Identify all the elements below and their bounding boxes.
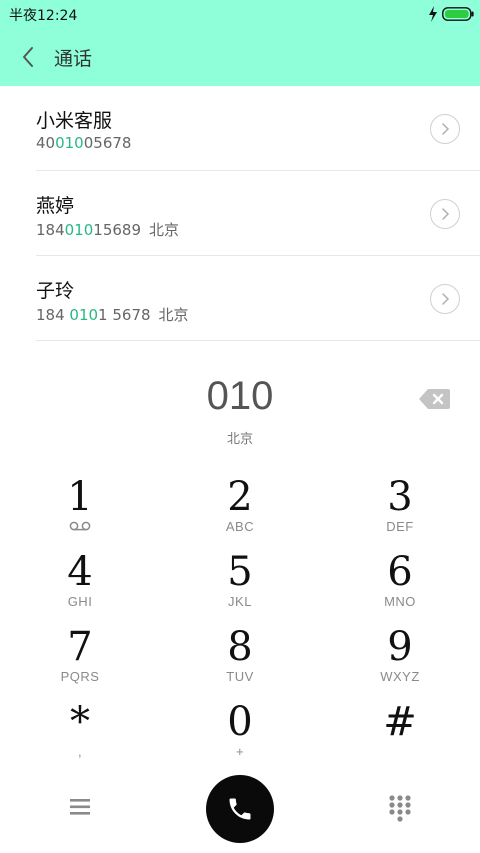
key-1[interactable]: 1 [0, 474, 160, 549]
contact-row[interactable]: 燕婷 18401015689 北京 [0, 171, 480, 256]
contact-location: 北京 [149, 221, 180, 239]
contact-location: 北京 [158, 306, 189, 324]
contact-detail-button[interactable] [430, 284, 460, 314]
dialed-location: 北京 [226, 432, 253, 447]
number-prefix: 40 [36, 134, 56, 152]
lightning-icon [429, 6, 437, 22]
key-0[interactable]: 0 + [160, 699, 320, 774]
dialpad-icon [389, 795, 411, 822]
key-9[interactable]: 9 WXYZ [320, 624, 480, 699]
call-button[interactable] [206, 775, 274, 843]
dialpad-button[interactable] [388, 794, 412, 822]
key-digit: * [70, 699, 90, 745]
chevron-right-icon [442, 293, 450, 305]
menu-button[interactable] [68, 796, 92, 818]
key-digit: # [383, 699, 417, 745]
bottom-bar [0, 770, 480, 853]
contact-detail-button[interactable] [430, 114, 460, 144]
backspace-button[interactable] [418, 387, 452, 411]
key-digit: 0 [227, 699, 253, 745]
number-match: 010 [55, 134, 84, 152]
key-digit: 4 [67, 549, 93, 595]
contact-number: 184 0101 5678 北京 [36, 304, 189, 325]
status-bar: 半夜12:24 [0, 0, 480, 28]
app-bar: 通话 [0, 28, 480, 86]
contact-detail-button[interactable] [430, 199, 460, 229]
key-letters: WXYZ [380, 669, 420, 684]
number-suffix: 05678 [83, 134, 132, 152]
divider [36, 340, 480, 341]
key-letters: DEF [386, 519, 414, 534]
key-digit: 1 [67, 474, 93, 520]
key-digit: 9 [387, 624, 413, 670]
chevron-left-icon [23, 47, 33, 67]
key-letters: TUV [226, 669, 254, 684]
menu-icon [70, 799, 90, 815]
key-hash[interactable]: # [320, 699, 480, 774]
contact-number: 18401015689 北京 [36, 219, 179, 240]
key-letters: JKL [228, 594, 252, 609]
dialed-number: 010 [206, 374, 274, 418]
key-digit: 2 [227, 474, 253, 520]
chevron-right-icon [442, 123, 450, 135]
key-star[interactable]: * , [0, 699, 160, 774]
key-5[interactable]: 5 JKL [160, 549, 320, 624]
contact-name: 小米客服 [36, 110, 113, 132]
contact-row[interactable]: 小米客服 4001005678 [0, 86, 480, 171]
number-suffix: 15689 [93, 221, 141, 239]
key-letters: ABC [225, 519, 255, 534]
back-button[interactable] [14, 42, 42, 72]
key-digit: 5 [227, 549, 253, 595]
key-6[interactable]: 6 MNO [320, 549, 480, 624]
key-letters: , [77, 744, 83, 759]
voicemail-icon [69, 521, 91, 531]
key-letters: MNO [384, 594, 416, 609]
key-4[interactable]: 4 GHI [0, 549, 160, 624]
number-match: 010 [64, 221, 94, 239]
contact-name: 燕婷 [36, 195, 75, 217]
contact-row[interactable]: 子玲 184 0101 5678 北京 [0, 256, 480, 341]
contact-number: 4001005678 [36, 134, 139, 152]
key-letters: + [235, 744, 245, 759]
number-suffix: 1 5678 [98, 306, 151, 324]
number-prefix: 184 [36, 221, 65, 239]
key-7[interactable]: 7 PQRS [0, 624, 160, 699]
key-digit: 7 [67, 624, 93, 670]
key-digit: 8 [227, 624, 253, 670]
backspace-icon [419, 389, 450, 409]
key-2[interactable]: 2 ABC [160, 474, 320, 549]
key-letters: PQRS [60, 669, 100, 684]
battery-full-icon [442, 7, 474, 21]
chevron-right-icon [442, 208, 450, 220]
key-digit: 6 [387, 549, 413, 595]
number-prefix: 184 [36, 306, 70, 324]
contact-list: 小米客服 4001005678 燕婷 18401015689 北京 子玲 184 … [0, 86, 480, 341]
status-time: 半夜12:24 [9, 8, 78, 24]
phone-icon [229, 798, 251, 820]
key-digit: 3 [387, 474, 413, 520]
key-3[interactable]: 3 DEF [320, 474, 480, 549]
page-title: 通话 [54, 48, 93, 70]
number-match: 010 [69, 306, 99, 324]
key-8[interactable]: 8 TUV [160, 624, 320, 699]
key-letters: GHI [67, 594, 93, 609]
contact-name: 子玲 [36, 280, 75, 302]
